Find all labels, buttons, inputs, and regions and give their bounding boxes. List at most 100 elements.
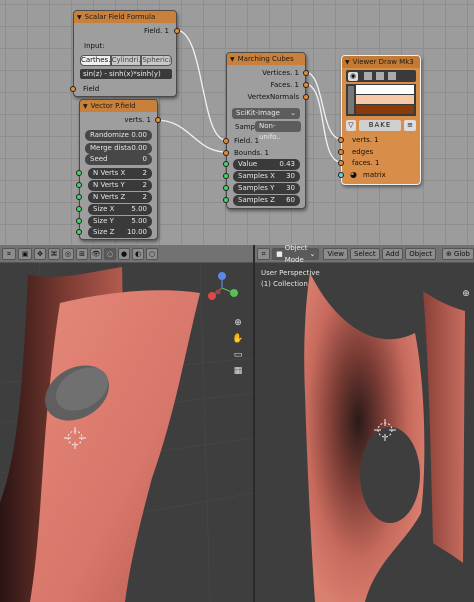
snap-icon[interactable]: ⌘ [48, 247, 60, 260]
n-verts-y-field[interactable]: N Verts Y 2 [88, 180, 152, 191]
shading-rendered-icon[interactable]: ○ [146, 247, 158, 260]
n-verts-z-socket[interactable] [76, 194, 82, 200]
n-verts-y-socket[interactable] [76, 182, 82, 188]
field-input-socket[interactable] [70, 86, 76, 92]
mode-spherical[interactable]: Spherical [141, 55, 173, 66]
chevron-down-icon: ⌄ [290, 109, 296, 117]
editor-type-icon[interactable]: ⌗ [257, 247, 271, 260]
camera-icon[interactable]: ▭ [232, 349, 244, 361]
mode-carthesian[interactable]: Carthes.. [80, 55, 111, 66]
node-title: Viewer Draw Mk3 [352, 58, 414, 66]
bounds-input-socket[interactable] [223, 150, 229, 156]
samples-z-field[interactable]: Samples Z 60 [233, 195, 300, 206]
size-z-socket[interactable] [76, 229, 82, 235]
randomize-field[interactable]: Randomize 0.00 [85, 130, 152, 141]
editor-type-icon[interactable]: ⌗ [2, 247, 16, 260]
shading-wireframe-icon[interactable]: ◌ [104, 247, 116, 260]
field-output-socket[interactable] [174, 28, 180, 34]
marching-cubes-node[interactable]: ▼ Marching Cubes Vertices. 1 Faces. 1 Ve… [223, 52, 309, 209]
menu-view[interactable]: View [323, 247, 349, 260]
points-toggle-icon[interactable] [364, 72, 372, 80]
menu-add[interactable]: Add [381, 247, 404, 260]
scalar-field-formula-node[interactable]: ▼ Scalar Field Formula Field. 1 Input: C… [70, 10, 180, 97]
verts-input-label: verts. 1 [352, 136, 379, 144]
menu-select[interactable]: Select [350, 247, 380, 260]
navigation-gizmo[interactable] [208, 272, 238, 300]
right-3d-viewport[interactable]: User Perspective (1) Collection ⊕ [255, 263, 474, 602]
node-header[interactable]: ▼ Marching Cubes [227, 53, 305, 65]
formula-field[interactable]: sin(z) - sinh(x)*sinh(y) [80, 69, 172, 79]
node-header[interactable]: ▼ Scalar Field Formula [74, 11, 176, 23]
menu-icon[interactable]: ≡ [404, 120, 416, 131]
samples-y-socket[interactable] [223, 185, 229, 191]
collapse-triangle-icon[interactable]: ▼ [230, 56, 235, 63]
value-socket[interactable] [223, 161, 229, 167]
samples-y-field[interactable]: Samples Y 30 [233, 183, 300, 194]
faces-input-socket[interactable] [338, 160, 344, 166]
shading-solid-icon[interactable]: ● [118, 247, 130, 260]
node-header[interactable]: ▼ Viewer Draw Mk3 [342, 56, 420, 68]
size-y-socket[interactable] [76, 218, 82, 224]
left-viewport-header: ⌗ ▣ ✥ ⌘ ◎ ⊞ 👁 ◌ ● ◐ ○ [0, 245, 253, 263]
verts-input-socket[interactable] [338, 137, 344, 143]
faces-output-socket[interactable] [303, 82, 309, 88]
edges-input-socket[interactable] [338, 149, 344, 155]
backend-dropdown[interactable]: SciKit-Image ⌄ [232, 108, 300, 119]
matrix-input-socket[interactable] [338, 172, 344, 178]
select-mode-icon[interactable]: ▣ [18, 247, 32, 260]
shading-material-icon[interactable]: ◐ [132, 247, 144, 260]
mode-dropdown[interactable]: ■ Object Mode ⌄ [272, 244, 320, 264]
vertices-output-label: Vertices. 1 [262, 69, 299, 77]
menu-object[interactable]: Object [405, 247, 437, 260]
n-verts-x-field[interactable]: N Verts X 2 [88, 168, 152, 179]
view-layer-icon[interactable]: ⊞ [76, 247, 88, 260]
size-z-field[interactable]: Size Z 10.00 [88, 227, 152, 238]
sampling-dropdown[interactable]: Non-unifo.. [255, 121, 301, 141]
input-value: 2 [142, 169, 147, 177]
faces-toggle-icon[interactable] [388, 72, 396, 80]
pan-hand-icon[interactable]: ✋ [232, 333, 244, 345]
swatch-toggle-column[interactable] [348, 86, 354, 114]
link-field [175, 29, 227, 141]
vertices-output-socket[interactable] [303, 70, 309, 76]
left-3d-viewport[interactable]: ⊕ ✋ ▭ ▦ [0, 263, 253, 602]
collapse-triangle-icon[interactable]: ▼ [83, 103, 88, 110]
value-field[interactable]: Value 0.43 [233, 159, 300, 170]
merge-distance-field[interactable]: Merge dista 0.00 [85, 143, 152, 154]
field-input-socket[interactable] [223, 138, 229, 144]
mode-cylindrical[interactable]: Cylindri.. [110, 55, 142, 66]
normals-output-socket[interactable] [303, 94, 309, 100]
coordinate-mode-selector[interactable]: Carthes.. Cylindri.. Spherical [80, 55, 173, 66]
vertex-color-swatch[interactable] [356, 85, 414, 94]
transform-icon[interactable]: ✥ [34, 247, 46, 260]
node-header[interactable]: ▼ Vector P.field [80, 100, 157, 112]
samples-x-socket[interactable] [223, 173, 229, 179]
node-editor[interactable]: ▼ Scalar Field Formula Field. 1 Input: C… [0, 0, 474, 245]
size-x-field[interactable]: Size X 5.00 [88, 204, 152, 215]
grid-icon[interactable]: ▦ [232, 365, 244, 377]
size-y-field[interactable]: Size Y 5.00 [88, 216, 152, 227]
matrix-input-label: matrix [363, 171, 386, 179]
zoom-icon[interactable]: ⊕ [460, 288, 472, 300]
collapse-triangle-icon[interactable]: ▼ [345, 59, 350, 66]
edge-color-swatch[interactable] [356, 95, 414, 104]
samples-x-field[interactable]: Samples X 30 [233, 171, 300, 182]
edges-toggle-icon[interactable] [376, 72, 384, 80]
zoom-icon[interactable]: ⊕ [232, 317, 244, 329]
n-verts-z-field[interactable]: N Verts Z 2 [88, 192, 152, 203]
visibility-icon[interactable]: 👁 [90, 247, 102, 260]
seed-field[interactable]: Seed 0 [85, 154, 152, 165]
proportional-icon[interactable]: ◎ [62, 247, 74, 260]
eye-icon[interactable]: ◉ [348, 71, 358, 81]
face-color-swatch[interactable] [356, 105, 414, 114]
viewer-draw-node[interactable]: ▼ Viewer Draw Mk3 ◉ ▽ BAKE ≡ verts. 1 ed… [338, 55, 421, 185]
orientation-dropdown[interactable]: ⊕ Glob [442, 247, 474, 260]
samples-z-socket[interactable] [223, 197, 229, 203]
bake-button[interactable]: BAKE [359, 120, 401, 131]
verts-output-socket[interactable] [155, 117, 161, 123]
vector-p-field-node[interactable]: ▼ Vector P.field verts. 1 Randomize 0.00… [76, 99, 161, 240]
collapse-triangle-icon[interactable]: ▼ [77, 14, 82, 21]
filter-icon[interactable]: ▽ [346, 120, 356, 131]
size-x-socket[interactable] [76, 206, 82, 212]
n-verts-x-socket[interactable] [76, 170, 82, 176]
